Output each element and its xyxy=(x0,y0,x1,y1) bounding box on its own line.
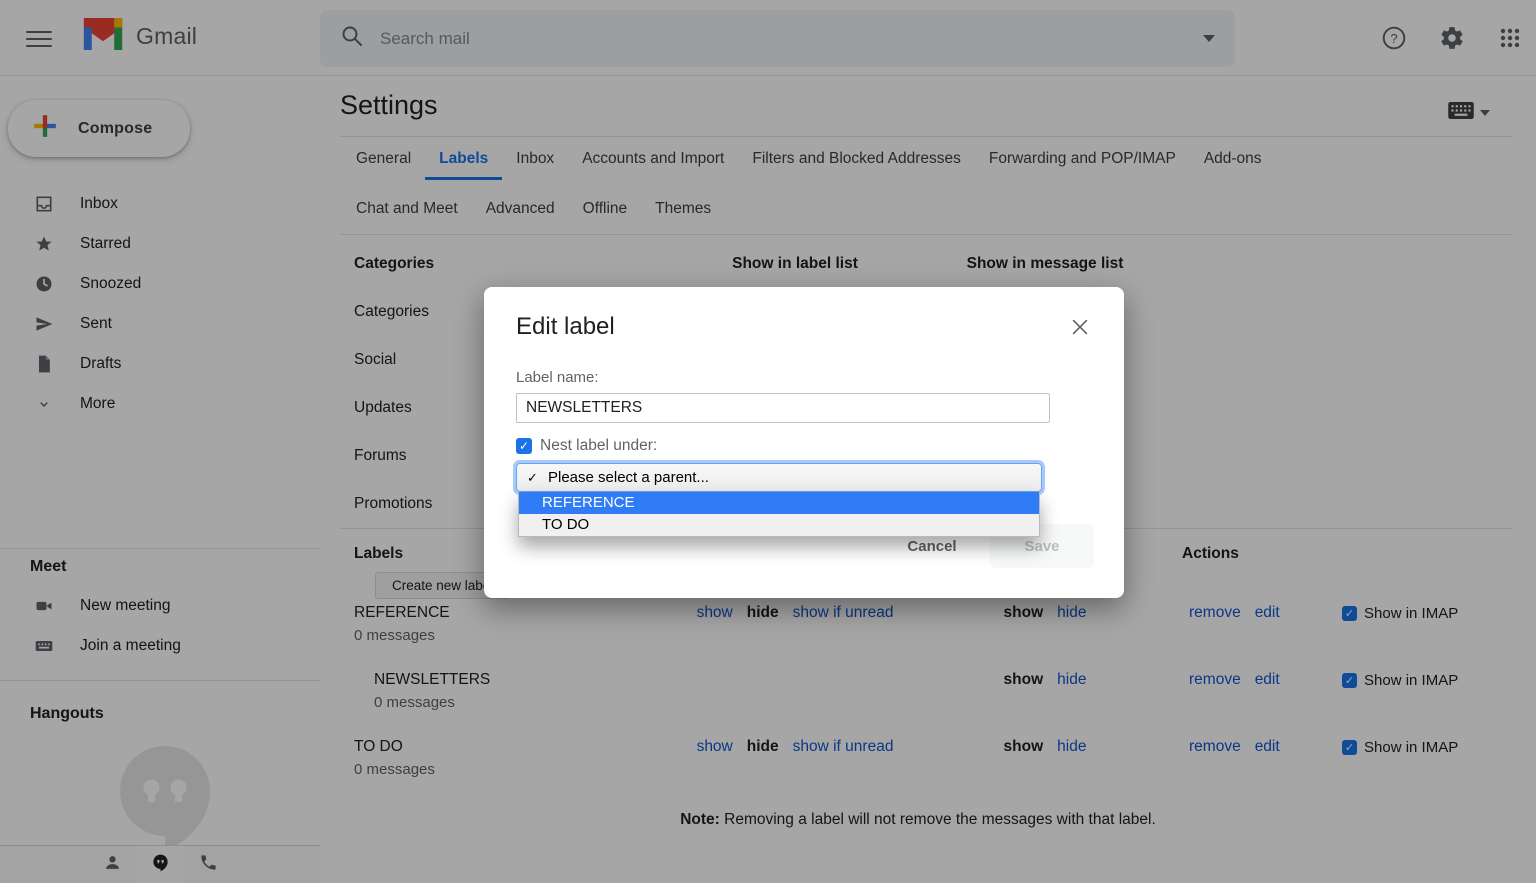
nest-label-text: Nest label under: xyxy=(540,437,658,454)
menu-option-to-do[interactable]: TO DO xyxy=(519,514,1039,536)
menu-option-reference[interactable]: REFERENCE xyxy=(519,492,1039,514)
dialog-title: Edit label xyxy=(516,313,615,340)
label-name-input[interactable] xyxy=(516,393,1050,423)
edit-label-dialog: Edit label Label name: ✓ Nest label unde… xyxy=(484,287,1124,598)
parent-select-value: Please select a parent... xyxy=(548,469,709,486)
parent-select-menu: REFERENCE TO DO xyxy=(518,492,1040,537)
label-name-field-label: Label name: xyxy=(516,369,599,386)
parent-label-select[interactable]: ✓ Please select a parent... xyxy=(516,463,1042,492)
close-icon[interactable] xyxy=(1066,313,1094,341)
selected-checkmark-icon: ✓ xyxy=(527,469,538,485)
nest-label-checkbox[interactable]: ✓ xyxy=(516,438,532,454)
